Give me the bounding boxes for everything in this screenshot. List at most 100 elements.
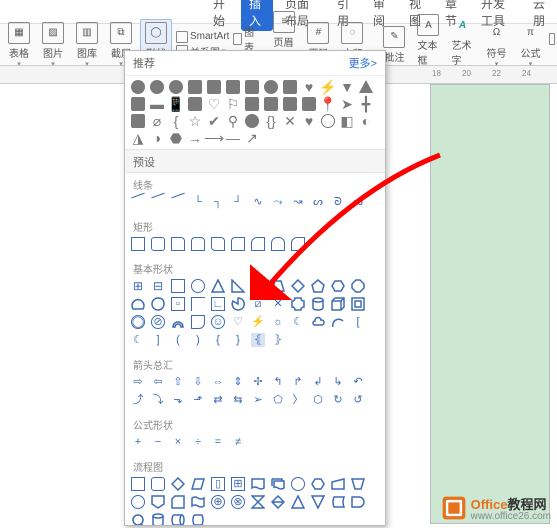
shape-item[interactable] [169,80,183,94]
shape-snip1[interactable] [171,237,185,251]
shape-internal[interactable]: ⊞ [231,477,245,491]
shape-equal[interactable]: = [211,435,225,449]
shape-arrow-penta[interactable]: ⬠ [271,393,285,407]
shape-rtriangle[interactable] [231,279,245,293]
shape-blockarc[interactable] [171,315,185,329]
shape-arrow-bent[interactable]: ↱ [291,375,305,389]
shape-item[interactable]: ↗ [245,131,259,145]
shape-donut[interactable]: ◯ [131,315,145,329]
shape-cloud[interactable] [311,315,325,329]
shape-connector[interactable] [131,495,145,509]
shape-multidoc[interactable] [271,477,285,491]
shape-trapezoid[interactable] [271,279,285,293]
btn-picture[interactable]: ▨图片▾ [38,20,68,70]
shape-item[interactable]: ➤ [340,97,354,111]
shape-arrow-quad[interactable]: ✢ [251,375,265,389]
shape-moon[interactable]: ☾ [291,315,305,329]
shape-curve[interactable]: ∿ [251,195,265,209]
shape-elbow[interactable]: ┐ [211,195,225,209]
btn-smartart[interactable]: SmartArt [176,31,229,43]
shape-divide[interactable]: ÷ [191,435,205,449]
shape-snipdiag[interactable] [211,237,225,251]
shape-foldedcorner[interactable] [191,315,205,329]
shape-decision[interactable] [171,477,185,491]
shape-directaccess[interactable] [171,513,185,526]
shape-lshape[interactable]: ∟ [211,297,225,311]
shape-arrow[interactable]: ⤵ [151,393,165,407]
shape-round2[interactable] [271,237,285,251]
shape-seqaccess[interactable] [131,513,145,526]
shape-arrow-l[interactable]: ⇦ [151,375,165,389]
shape-textbox-v[interactable]: ⊟ [151,279,165,293]
shape-stored[interactable] [331,495,345,509]
shape-item[interactable]: ⌀ [150,114,164,128]
shape-scribble[interactable]: ᔓ [351,195,365,209]
shape-item[interactable]: { [169,114,183,128]
shape-heart[interactable]: ♡ [231,315,245,329]
shape-altprocess[interactable] [151,477,165,491]
shape-item[interactable]: ♥ [302,114,316,128]
shape-moon2[interactable]: ☾ [131,333,145,347]
shape-elbow[interactable]: └ [191,195,205,209]
shape-item[interactable]: ▬ [150,97,164,111]
shape-delay[interactable] [351,495,365,509]
shape-notequal[interactable]: ≠ [231,435,245,449]
shape-line[interactable] [151,193,164,199]
shape-curve[interactable]: ⤳ [271,195,285,209]
shape-plaque[interactable] [291,297,305,311]
shape-bracket-l[interactable]: [ [351,315,365,329]
shape-scribble[interactable]: ᘐ [331,195,345,209]
shape-arrow-lr[interactable]: ⇔ [211,375,225,389]
shape-frame[interactable]: ▫ [171,297,185,311]
shape-item[interactable] [131,80,145,94]
shape-arrow[interactable]: ⇄ [211,393,225,407]
document-page[interactable] [430,84,550,524]
shape-collate[interactable] [251,495,265,509]
shape-arrow-d[interactable]: ⇩ [191,375,205,389]
btn-table[interactable]: ▦表格▾ [4,20,34,70]
shape-process[interactable] [131,477,145,491]
shape-document[interactable] [251,477,265,491]
shape-sun[interactable]: ☼ [271,315,285,329]
shape-arrow-circ[interactable]: ↺ [351,393,365,407]
shape-smiley[interactable]: ☺ [211,315,225,329]
shape-can[interactable] [311,297,325,311]
shape-arrow-uturn[interactable]: ↶ [351,375,365,389]
shape-manualop[interactable] [351,477,365,491]
btn-chart[interactable]: 图表 [233,24,257,54]
shape-arrow-circ[interactable]: ↻ [331,393,345,407]
shape-arrow-notch[interactable]: ➢ [251,393,265,407]
shape-item[interactable] [283,97,297,111]
shape-roundrect[interactable] [151,237,165,251]
shape-chevron[interactable]: 〉 [291,393,305,407]
shape-manualinput[interactable] [331,477,345,491]
shape-minus[interactable]: − [151,435,165,449]
shape-item[interactable]: ⚐ [226,97,240,111]
shape-prep[interactable] [311,477,325,491]
shape-pentagon[interactable] [311,279,325,293]
shape-item[interactable]: ◑ [150,131,164,145]
shape-rect[interactable] [131,237,145,251]
shape-item[interactable] [264,97,278,111]
shape-item[interactable] [283,80,297,94]
shape-teardrop[interactable] [151,297,165,311]
shape-summing[interactable]: ⊕ [211,495,225,509]
shape-arrow[interactable]: ⇆ [231,393,245,407]
shape-item[interactable]: {} [264,114,278,128]
shape-item[interactable]: 📱 [169,97,183,111]
btn-gallery[interactable]: ▥图库▾ [72,20,102,70]
shape-item[interactable] [188,97,202,111]
shape-hexagon[interactable] [331,279,345,293]
shape-sort[interactable] [271,495,285,509]
shape-brace-l[interactable]: { [211,333,225,347]
shape-line[interactable] [171,193,184,199]
shape-item[interactable]: ◮ [131,131,145,145]
btn-symbol[interactable]: Ω符号▾ [481,20,511,70]
shape-item[interactable] [188,80,202,94]
shape-line[interactable] [131,193,144,199]
shape-noentry[interactable]: ⊘ [151,315,165,329]
shape-offpage[interactable] [151,495,165,509]
shape-merge[interactable] [311,495,325,509]
shape-item[interactable]: ╋ [359,97,373,111]
shape-item[interactable]: ⬣ [169,131,183,145]
